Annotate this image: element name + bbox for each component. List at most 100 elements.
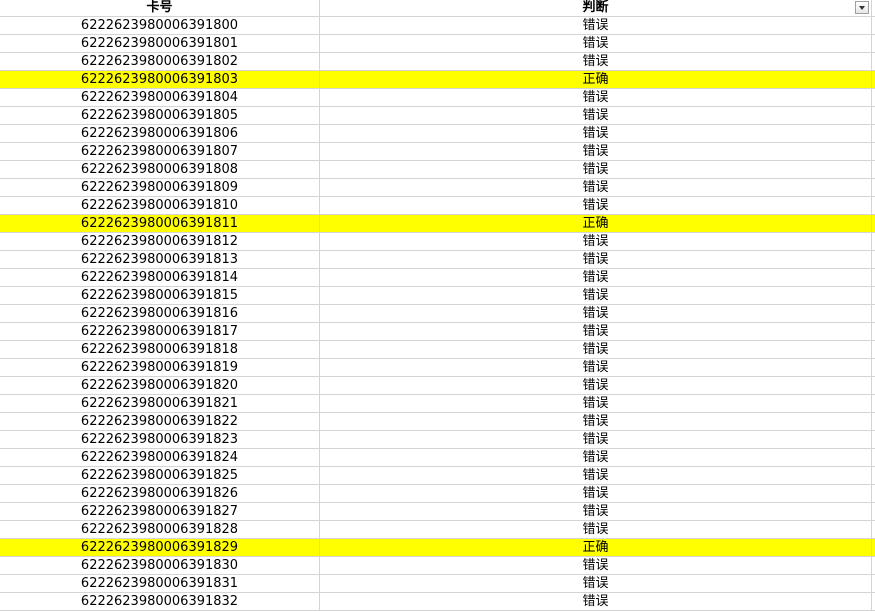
card-number-cell[interactable]: 6222623980006391820 bbox=[0, 377, 320, 394]
judgement-cell[interactable]: 错误 bbox=[320, 413, 872, 430]
spreadsheet-grid: 卡号 判断 6222623980006391800 错误 6222623980006… bbox=[0, 0, 875, 611]
header-label-judgement: 判断 bbox=[582, 0, 609, 15]
header-cell-card-number[interactable]: 卡号 bbox=[0, 0, 320, 16]
card-number-cell[interactable]: 6222623980006391803 bbox=[0, 71, 320, 88]
table-row: 6222623980006391814 错误 bbox=[0, 269, 875, 287]
table-row: 6222623980006391819 错误 bbox=[0, 359, 875, 377]
table-row: 6222623980006391824 错误 bbox=[0, 449, 875, 467]
card-number-cell[interactable]: 6222623980006391815 bbox=[0, 287, 320, 304]
judgement-cell[interactable]: 错误 bbox=[320, 107, 872, 124]
judgement-cell[interactable]: 错误 bbox=[320, 467, 872, 484]
table-row: 6222623980006391810 错误 bbox=[0, 197, 875, 215]
table-row: 6222623980006391807 错误 bbox=[0, 143, 875, 161]
table-row: 6222623980006391817 错误 bbox=[0, 323, 875, 341]
card-number-cell[interactable]: 6222623980006391812 bbox=[0, 233, 320, 250]
judgement-cell[interactable]: 错误 bbox=[320, 521, 872, 538]
card-number-cell[interactable]: 6222623980006391804 bbox=[0, 89, 320, 106]
judgement-cell[interactable]: 错误 bbox=[320, 53, 872, 70]
judgement-cell[interactable]: 正确 bbox=[320, 71, 872, 88]
judgement-cell[interactable]: 错误 bbox=[320, 449, 872, 466]
card-number-cell[interactable]: 6222623980006391825 bbox=[0, 467, 320, 484]
judgement-cell[interactable]: 错误 bbox=[320, 323, 872, 340]
judgement-cell[interactable]: 错误 bbox=[320, 305, 872, 322]
judgement-cell[interactable]: 错误 bbox=[320, 143, 872, 160]
table-row: 6222623980006391825 错误 bbox=[0, 467, 875, 485]
card-number-cell[interactable]: 6222623980006391830 bbox=[0, 557, 320, 574]
table-row: 6222623980006391828 错误 bbox=[0, 521, 875, 539]
card-number-cell[interactable]: 6222623980006391832 bbox=[0, 593, 320, 610]
table-row: 6222623980006391812 错误 bbox=[0, 233, 875, 251]
card-number-cell[interactable]: 6222623980006391800 bbox=[0, 17, 320, 34]
judgement-cell[interactable]: 错误 bbox=[320, 341, 872, 358]
card-number-cell[interactable]: 6222623980006391821 bbox=[0, 395, 320, 412]
judgement-cell[interactable]: 正确 bbox=[320, 215, 872, 232]
table-row: 6222623980006391804 错误 bbox=[0, 89, 875, 107]
card-number-cell[interactable]: 6222623980006391810 bbox=[0, 197, 320, 214]
table-row-highlighted: 6222623980006391811 正确 bbox=[0, 215, 875, 233]
card-number-cell[interactable]: 6222623980006391813 bbox=[0, 251, 320, 268]
card-number-cell[interactable]: 6222623980006391817 bbox=[0, 323, 320, 340]
table-row: 6222623980006391802 错误 bbox=[0, 53, 875, 71]
judgement-cell[interactable]: 错误 bbox=[320, 575, 872, 592]
judgement-cell[interactable]: 错误 bbox=[320, 287, 872, 304]
judgement-cell[interactable]: 错误 bbox=[320, 125, 872, 142]
judgement-cell[interactable]: 错误 bbox=[320, 377, 872, 394]
card-number-cell[interactable]: 6222623980006391811 bbox=[0, 215, 320, 232]
judgement-cell[interactable]: 错误 bbox=[320, 395, 872, 412]
card-number-cell[interactable]: 6222623980006391801 bbox=[0, 35, 320, 52]
judgement-cell[interactable]: 错误 bbox=[320, 431, 872, 448]
judgement-cell[interactable]: 错误 bbox=[320, 35, 872, 52]
judgement-cell[interactable]: 错误 bbox=[320, 233, 872, 250]
card-number-cell[interactable]: 6222623980006391829 bbox=[0, 539, 320, 556]
judgement-cell[interactable]: 错误 bbox=[320, 179, 872, 196]
table-row: 6222623980006391823 错误 bbox=[0, 431, 875, 449]
judgement-cell[interactable]: 错误 bbox=[320, 17, 872, 34]
table-row: 6222623980006391827 错误 bbox=[0, 503, 875, 521]
card-number-cell[interactable]: 6222623980006391814 bbox=[0, 269, 320, 286]
card-number-cell[interactable]: 6222623980006391806 bbox=[0, 125, 320, 142]
judgement-cell[interactable]: 错误 bbox=[320, 593, 872, 610]
judgement-cell[interactable]: 错误 bbox=[320, 359, 872, 376]
table-row: 6222623980006391815 错误 bbox=[0, 287, 875, 305]
table-row-highlighted: 6222623980006391803 正确 bbox=[0, 71, 875, 89]
card-number-cell[interactable]: 6222623980006391818 bbox=[0, 341, 320, 358]
card-number-cell[interactable]: 6222623980006391816 bbox=[0, 305, 320, 322]
card-number-cell[interactable]: 6222623980006391802 bbox=[0, 53, 320, 70]
card-number-cell[interactable]: 6222623980006391824 bbox=[0, 449, 320, 466]
table-row: 6222623980006391801 错误 bbox=[0, 35, 875, 53]
table-row: 6222623980006391806 错误 bbox=[0, 125, 875, 143]
card-number-cell[interactable]: 6222623980006391827 bbox=[0, 503, 320, 520]
judgement-cell[interactable]: 错误 bbox=[320, 161, 872, 178]
card-number-cell[interactable]: 6222623980006391808 bbox=[0, 161, 320, 178]
card-number-cell[interactable]: 6222623980006391822 bbox=[0, 413, 320, 430]
card-number-cell[interactable]: 6222623980006391826 bbox=[0, 485, 320, 502]
table-row: 6222623980006391809 错误 bbox=[0, 179, 875, 197]
judgement-cell[interactable]: 错误 bbox=[320, 251, 872, 268]
table-row: 6222623980006391800 错误 bbox=[0, 17, 875, 35]
judgement-cell[interactable]: 错误 bbox=[320, 485, 872, 502]
header-row: 卡号 判断 bbox=[0, 0, 875, 17]
card-number-cell[interactable]: 6222623980006391828 bbox=[0, 521, 320, 538]
filter-dropdown-icon[interactable] bbox=[855, 1, 869, 14]
table-row: 6222623980006391826 错误 bbox=[0, 485, 875, 503]
table-row: 6222623980006391805 错误 bbox=[0, 107, 875, 125]
table-row: 6222623980006391813 错误 bbox=[0, 251, 875, 269]
card-number-cell[interactable]: 6222623980006391819 bbox=[0, 359, 320, 376]
judgement-cell[interactable]: 错误 bbox=[320, 503, 872, 520]
card-number-cell[interactable]: 6222623980006391809 bbox=[0, 179, 320, 196]
judgement-cell[interactable]: 错误 bbox=[320, 197, 872, 214]
card-number-cell[interactable]: 6222623980006391807 bbox=[0, 143, 320, 160]
table-row: 6222623980006391830 错误 bbox=[0, 557, 875, 575]
card-number-cell[interactable]: 6222623980006391805 bbox=[0, 107, 320, 124]
card-number-cell[interactable]: 6222623980006391823 bbox=[0, 431, 320, 448]
header-cell-judgement[interactable]: 判断 bbox=[320, 0, 872, 16]
judgement-cell[interactable]: 错误 bbox=[320, 269, 872, 286]
table-row: 6222623980006391832 错误 bbox=[0, 593, 875, 611]
judgement-cell[interactable]: 错误 bbox=[320, 89, 872, 106]
table-row: 6222623980006391808 错误 bbox=[0, 161, 875, 179]
table-row: 6222623980006391818 错误 bbox=[0, 341, 875, 359]
judgement-cell[interactable]: 正确 bbox=[320, 539, 872, 556]
table-row-highlighted: 6222623980006391829 正确 bbox=[0, 539, 875, 557]
judgement-cell[interactable]: 错误 bbox=[320, 557, 872, 574]
card-number-cell[interactable]: 6222623980006391831 bbox=[0, 575, 320, 592]
